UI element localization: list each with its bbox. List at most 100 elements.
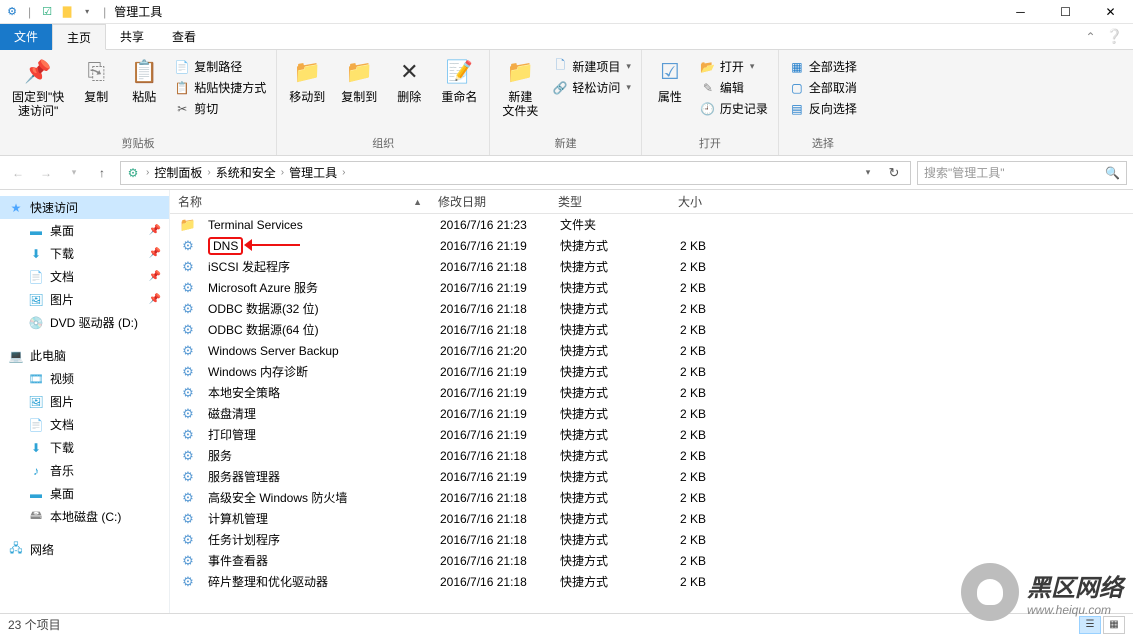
table-row[interactable]: ⚙高级安全 Windows 防火墙2016/7/16 21:18快捷方式2 KB [170,487,1133,508]
select-all-button[interactable]: ▦全部选择 [785,56,861,77]
paste-button[interactable]: 📋 粘贴 [122,52,166,108]
up-button[interactable]: ↑ [90,161,114,185]
file-size: 2 KB [672,344,752,358]
breadcrumb[interactable]: 管理工具› [289,164,348,181]
table-row[interactable]: ⚙ODBC 数据源(64 位)2016/7/16 21:18快捷方式2 KB [170,319,1133,340]
copy-to-button[interactable]: 📁复制到 [335,52,383,108]
file-size: 2 KB [672,512,752,526]
search-input[interactable] [924,166,1105,180]
view-details-button[interactable]: ☰ [1079,616,1101,634]
file-type: 快捷方式 [552,531,672,548]
nav-network[interactable]: 🖧网络 [0,538,169,561]
table-row[interactable]: 📁Terminal Services2016/7/16 21:23文件夹 [170,214,1133,235]
table-row[interactable]: ⚙Windows 内存诊断2016/7/16 21:19快捷方式2 KB [170,361,1133,382]
file-size: 2 KB [672,491,752,505]
collapse-ribbon-icon[interactable]: ⌃ [1086,30,1096,44]
refresh-button[interactable]: ↻ [882,161,906,185]
file-icon: ⚙ [180,532,196,548]
open-button[interactable]: 📂打开▾ [696,56,772,77]
status-bar: 23 个项目 ☰ ▦ [0,613,1133,635]
nav-downloads[interactable]: ⬇下载📌 [0,242,169,265]
file-type: 快捷方式 [552,468,672,485]
easy-access-button[interactable]: 🔗轻松访问▾ [548,77,635,98]
copy-path-button[interactable]: 📄复制路径 [170,56,270,77]
nav-desktop-2[interactable]: ▬桌面 [0,482,169,505]
table-row[interactable]: ⚙磁盘清理2016/7/16 21:19快捷方式2 KB [170,403,1133,424]
tab-file[interactable]: 文件 [0,24,52,50]
copy-button[interactable]: ⎘ 复制 [74,52,118,108]
forward-button[interactable]: → [34,161,58,185]
move-to-button[interactable]: 📁移动到 [283,52,331,108]
col-name[interactable]: 名称▲ [170,193,430,210]
nav-music[interactable]: ♪音乐 [0,459,169,482]
new-folder-button[interactable]: 📁新建 文件夹 [496,52,544,122]
address-dropdown-button[interactable]: ▾ [856,161,880,185]
file-date: 2016/7/16 21:23 [432,218,552,232]
nav-documents-2[interactable]: 📄文档 [0,413,169,436]
qat-checkbox-icon[interactable]: ☑ [39,4,55,20]
table-row[interactable]: ⚙本地安全策略2016/7/16 21:19快捷方式2 KB [170,382,1133,403]
table-row[interactable]: ⚙iSCSI 发起程序2016/7/16 21:18快捷方式2 KB [170,256,1133,277]
table-row[interactable]: ⚙服务器管理器2016/7/16 21:19快捷方式2 KB [170,466,1133,487]
tab-view[interactable]: 查看 [158,24,210,50]
minimize-button[interactable]: ─ [998,1,1043,23]
table-row[interactable]: ⚙碎片整理和优化驱动器2016/7/16 21:18快捷方式2 KB [170,571,1133,592]
file-type: 快捷方式 [552,489,672,506]
nav-videos[interactable]: 🎞视频 [0,367,169,390]
pin-to-quick-access-button[interactable]: 📌 固定到"快 速访问" [6,52,70,122]
recent-locations-button[interactable]: ▾ [62,161,86,185]
delete-button[interactable]: ✕删除 [387,52,431,108]
cut-button[interactable]: ✂剪切 [170,98,270,119]
table-row[interactable]: ⚙打印管理2016/7/16 21:19快捷方式2 KB [170,424,1133,445]
table-row[interactable]: ⚙Microsoft Azure 服务2016/7/16 21:19快捷方式2 … [170,277,1133,298]
col-type[interactable]: 类型 [550,193,670,210]
nav-local-disk[interactable]: 🖴本地磁盘 (C:) [0,505,169,528]
nav-documents[interactable]: 📄文档📌 [0,265,169,288]
col-size[interactable]: 大小 [670,193,750,210]
nav-quick-access[interactable]: ★快速访问 [0,196,169,219]
table-row[interactable]: ⚙事件查看器2016/7/16 21:18快捷方式2 KB [170,550,1133,571]
edit-button[interactable]: ✎编辑 [696,77,772,98]
nav-pictures[interactable]: 🖼图片📌 [0,288,169,311]
col-date[interactable]: 修改日期 [430,193,550,210]
back-button[interactable]: ← [6,161,30,185]
breadcrumb[interactable]: 系统和安全› [216,164,287,181]
ribbon-group-new: 📁新建 文件夹 🗋新建项目▾ 🔗轻松访问▾ 新建 [490,50,642,155]
help-icon[interactable]: ❔ [1106,28,1123,45]
tab-home[interactable]: 主页 [52,24,106,50]
table-row[interactable]: ⚙任务计划程序2016/7/16 21:18快捷方式2 KB [170,529,1133,550]
rename-button[interactable]: 📝重命名 [435,52,483,108]
maximize-button[interactable]: ☐ [1043,1,1088,23]
new-item-button[interactable]: 🗋新建项目▾ [548,56,635,77]
file-name: 服务 [208,447,232,464]
ribbon-group-label: 打开 [648,133,772,155]
qat-dropdown-icon[interactable]: ▾ [79,4,95,20]
table-row[interactable]: ⚙Windows Server Backup2016/7/16 21:20快捷方… [170,340,1133,361]
folder-icon[interactable]: ▇ [59,4,75,20]
table-row[interactable]: ⚙服务2016/7/16 21:18快捷方式2 KB [170,445,1133,466]
file-icon: ⚙ [180,364,196,380]
paste-shortcut-button[interactable]: 📋粘贴快捷方式 [170,77,270,98]
invert-selection-button[interactable]: ▤反向选择 [785,98,861,119]
search-icon[interactable]: 🔍 [1105,166,1120,180]
address-bar[interactable]: ⚙ › 控制面板› 系统和安全› 管理工具› ▾ ↻ [120,161,911,185]
table-row[interactable]: ⚙DNS2016/7/16 21:19快捷方式2 KB [170,235,1133,256]
nav-dvd-drive[interactable]: 💿DVD 驱动器 (D:) [0,311,169,334]
nav-desktop[interactable]: ▬桌面📌 [0,219,169,242]
chevron-right-icon[interactable]: › [143,167,152,178]
tab-share[interactable]: 共享 [106,24,158,50]
nav-pictures-2[interactable]: 🖼图片 [0,390,169,413]
nav-downloads-2[interactable]: ⬇下载 [0,436,169,459]
table-row[interactable]: ⚙计算机管理2016/7/16 21:18快捷方式2 KB [170,508,1133,529]
navigation-pane: ★快速访问 ▬桌面📌 ⬇下载📌 📄文档📌 🖼图片📌 💿DVD 驱动器 (D:) … [0,190,170,613]
table-row[interactable]: ⚙ODBC 数据源(32 位)2016/7/16 21:18快捷方式2 KB [170,298,1133,319]
file-type: 快捷方式 [552,279,672,296]
history-button[interactable]: 🕘历史记录 [696,98,772,119]
select-none-button[interactable]: ▢全部取消 [785,77,861,98]
search-box[interactable]: 🔍 [917,161,1127,185]
properties-button[interactable]: ☑属性 [648,52,692,108]
close-button[interactable]: ✕ [1088,1,1133,23]
breadcrumb[interactable]: 控制面板› [154,164,213,181]
view-large-button[interactable]: ▦ [1103,616,1125,634]
nav-this-pc[interactable]: 💻此电脑 [0,344,169,367]
